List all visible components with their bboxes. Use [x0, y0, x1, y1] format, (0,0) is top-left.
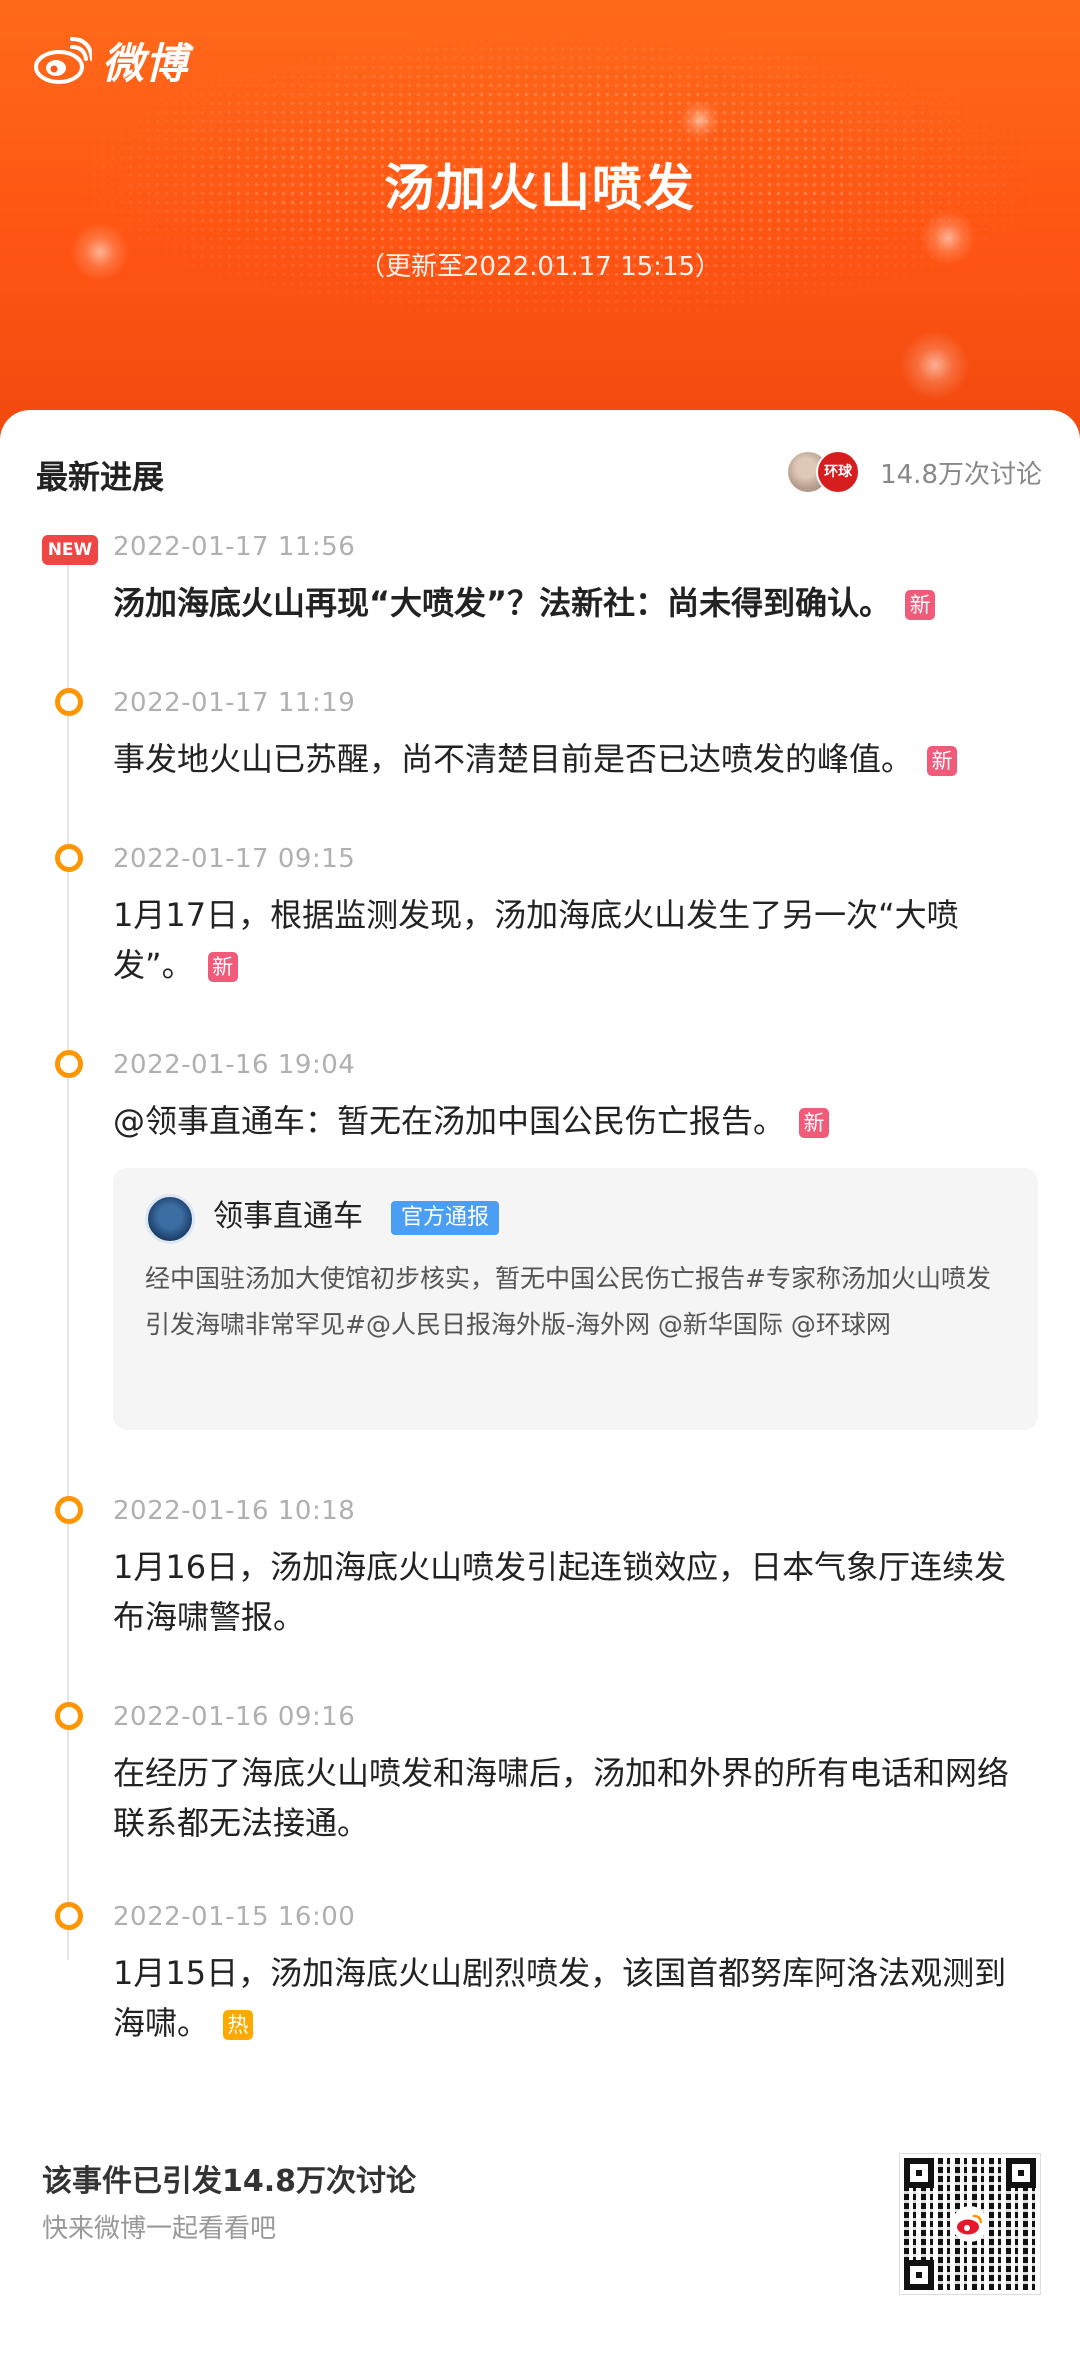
participant-avatars: 环球	[786, 450, 866, 494]
new-tag: 新	[927, 746, 958, 776]
quoted-author[interactable]: 领事直通车	[213, 1194, 363, 1240]
discussion-summary[interactable]: 环球 14.8万次讨论	[786, 450, 1042, 494]
timeline-dot-icon	[55, 1496, 83, 1524]
progress-card: 最新进展 环球 14.8万次讨论 NEW 2022-01-17 11:56 汤加…	[0, 410, 1080, 2379]
timeline-text: 在经历了海底火山喷发和海啸后，汤加和外界的所有电话和网络联系都无法接通。	[113, 1754, 1010, 1842]
timeline-dot-icon	[55, 1702, 83, 1730]
timeline-dot-icon	[55, 1050, 83, 1078]
timeline-text: 事发地火山已苏醒，尚不清楚目前是否已达喷发的峰值。新	[113, 734, 1038, 784]
weibo-eye-icon	[34, 36, 92, 84]
timeline-time: 2022-01-17 11:19	[113, 688, 356, 718]
topic-title: 汤加火山喷发	[384, 159, 696, 217]
timeline-time: 2022-01-16 10:18	[113, 1496, 356, 1526]
qr-finder	[904, 2260, 934, 2290]
official-badge: 官方通报	[391, 1201, 500, 1235]
weibo-logo: 微博	[34, 30, 188, 91]
timeline-dot-icon	[55, 844, 83, 872]
qr-code[interactable]	[899, 2153, 1041, 2295]
timeline-text: @领事直通车：暂无在汤加中国公民伤亡报告。新	[113, 1096, 1038, 1146]
avatar[interactable]	[145, 1194, 195, 1244]
timeline-text: 1月17日，根据监测发现，汤加海底火山发生了另一次“大喷发”。新	[113, 896, 959, 984]
topic-header: 微博 汤加火山喷发 （更新至2022.01.17 15:15）	[0, 0, 1080, 440]
qr-finder	[904, 2158, 934, 2188]
new-tag: 新	[207, 952, 238, 982]
section-title: 最新进展	[36, 458, 165, 496]
timeline-time: 2022-01-16 09:16	[113, 1702, 356, 1732]
quoted-text: 经中国驻汤加大使馆初步核实，暂无中国公民伤亡报告#专家称汤加火山喷发引发海啸非常…	[145, 1264, 991, 1339]
new-tag: 新	[905, 590, 936, 620]
hot-tag: 热	[223, 2010, 254, 2040]
timeline-text: 1月15日，汤加海底火山剧烈喷发，该国首都努库阿洛法观测到海啸。热	[113, 1954, 1007, 2042]
avatar: 环球	[816, 450, 861, 494]
quoted-post[interactable]: 领事直通车 官方通报 经中国驻汤加大使馆初步核实，暂无中国公民伤亡报告#专家称汤…	[113, 1168, 1038, 1430]
timeline-text: 汤加海底火山再现“大喷发”？法新社：尚未得到确认。新	[113, 578, 1038, 628]
map-glow-point	[900, 330, 970, 400]
timeline-time: 2022-01-15 16:00	[113, 1902, 356, 1932]
discussion-count: 14.8万次讨论	[880, 459, 1042, 490]
qr-finder	[1006, 2158, 1036, 2188]
timeline-time: 2022-01-17 11:56	[113, 532, 356, 562]
timeline-time: 2022-01-17 09:15	[113, 844, 356, 874]
map-glow-point	[680, 100, 720, 140]
timeline-dot-icon	[55, 688, 83, 716]
timeline-dot-icon	[55, 1902, 83, 1930]
new-badge: NEW	[42, 535, 98, 565]
update-time: （更新至2022.01.17 15:15）	[358, 252, 722, 282]
footer-invite-text: 快来微博一起看看吧	[42, 2214, 277, 2244]
new-tag: 新	[799, 1108, 830, 1138]
timeline-text: 1月16日，汤加海底火山喷发引起连锁效应，日本气象厅连续发布海啸警报。	[113, 1548, 1007, 1636]
weibo-logo-icon	[952, 2206, 988, 2242]
logo-text: 微博	[102, 39, 189, 88]
footer-discussion-text: 该事件已引发14.8万次讨论	[42, 2164, 417, 2199]
timeline-time: 2022-01-16 19:04	[113, 1050, 356, 1080]
timeline-line	[67, 550, 69, 1960]
